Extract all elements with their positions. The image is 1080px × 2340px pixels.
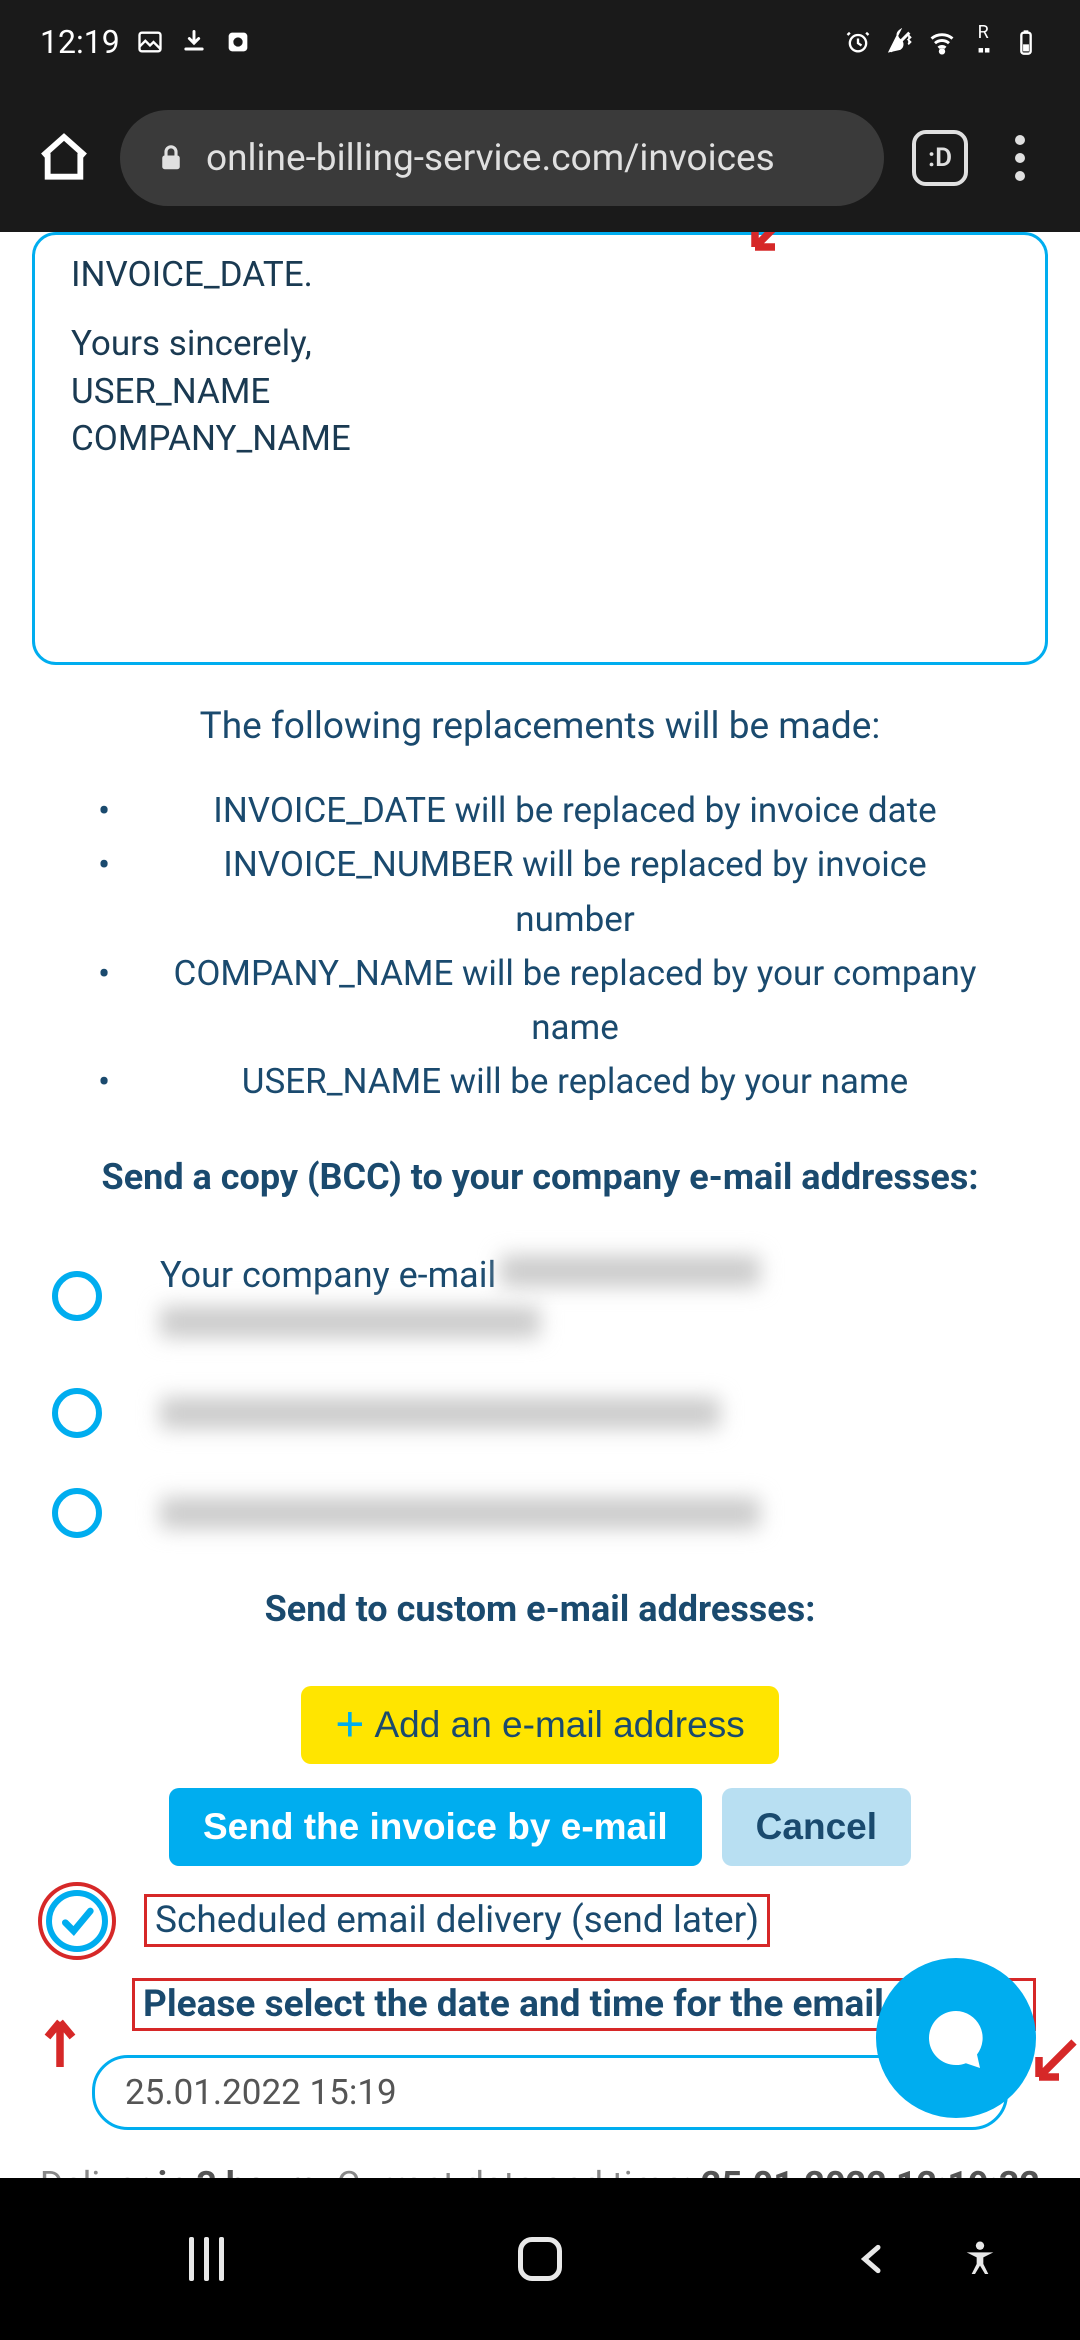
redacted-text [500,1255,760,1287]
bcc-header: Send a copy (BCC) to your company e-mail… [32,1156,1048,1198]
annotation-circle [38,1882,116,1960]
plus-icon: + [335,1707,364,1742]
bcc-row[interactable] [52,1388,1028,1438]
redacted-text [160,1306,540,1338]
status-time: 12:19 [40,23,120,61]
replacements-title: The following replacements will be made: [32,705,1048,748]
redacted-text [160,1497,760,1529]
image-icon [136,28,164,56]
email-body-line: USER_NAME [71,368,1009,415]
page-content: INVOICE_DATE. Yours sincerely, USER_NAME… [0,232,1080,2178]
schedule-label: Scheduled email delivery (send later) [155,1899,759,1942]
wifi-icon [928,28,956,56]
browser-home-icon[interactable] [36,130,92,186]
email-body-line: COMPANY_NAME [71,415,1009,462]
cancel-button[interactable]: Cancel [722,1788,911,1866]
url-text: online-billing-service.com/invoices [206,137,775,180]
datetime-value: 25.01.2022 15:19 [125,2072,397,2113]
vibrate-icon [886,28,914,56]
datetime-input[interactable]: 25.01.2022 15:19 [92,2055,1008,2130]
radio-icon[interactable] [52,1488,102,1538]
list-item: INVOICE_NUMBER will be replaced by invoi… [92,838,988,947]
add-email-label: Add an e-mail address [375,1704,745,1746]
battery-icon [1012,28,1040,56]
nav-back-button[interactable] [813,2219,933,2299]
annotation-arrow [740,232,800,262]
bcc-company-label: Your company e-mail [160,1254,496,1296]
annotation-box: Scheduled email delivery (send later) [144,1894,770,1947]
deliver-summary: Deliver in 3 hours. Current date and tim… [32,2158,1048,2179]
chat-icon [920,2002,992,2074]
radio-icon[interactable] [52,1388,102,1438]
email-body-line: INVOICE_DATE. [71,251,1009,298]
tabs-button[interactable]: :D [912,130,968,186]
custom-email-header: Send to custom e-mail addresses: [32,1588,1048,1630]
radio-icon[interactable] [52,1271,102,1321]
email-body-textarea[interactable]: INVOICE_DATE. Yours sincerely, USER_NAME… [32,232,1048,665]
download-icon [180,28,208,56]
list-item: COMPANY_NAME will be replaced by your co… [92,947,988,1056]
bcc-row[interactable] [52,1488,1028,1538]
email-body-line: Yours sincerely, [71,320,1009,367]
browser-toolbar: online-billing-service.com/invoices :D [0,84,1080,232]
redacted-text [160,1397,720,1429]
alarm-icon [844,28,872,56]
nav-accessibility-button[interactable] [920,2219,1040,2299]
lock-icon [156,143,186,173]
list-item: INVOICE_DATE will be replaced by invoice… [92,784,988,838]
android-navbar [0,2178,1080,2340]
send-invoice-button[interactable]: Send the invoice by e-mail [169,1788,702,1866]
chat-fab[interactable] [876,1958,1036,2118]
browser-menu-button[interactable] [996,135,1044,181]
app-icon [224,28,252,56]
nav-home-button[interactable] [480,2219,600,2299]
nav-recent-button[interactable] [147,2219,267,2299]
url-bar[interactable]: online-billing-service.com/invoices [120,110,884,206]
schedule-checkbox[interactable] [46,1890,108,1952]
replacements-list: INVOICE_DATE will be replaced by invoice… [32,784,1048,1110]
add-email-button[interactable]: + Add an e-mail address [301,1686,778,1764]
bcc-row[interactable]: Your company e-mail [52,1254,1028,1338]
list-item: USER_NAME will be replaced by your name [92,1055,988,1109]
signal-icon: R▪▪ [970,28,998,56]
annotation-arrow [30,2012,90,2072]
status-bar: 12:19 R▪▪ [0,0,1080,84]
